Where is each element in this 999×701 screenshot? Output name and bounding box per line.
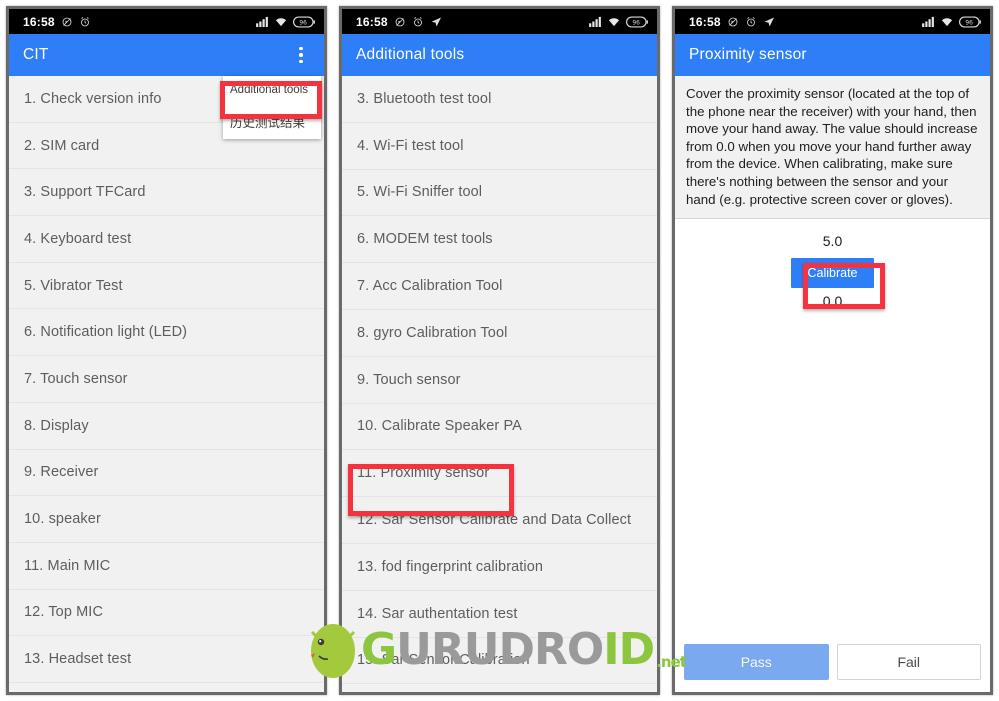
list-item[interactable]: 6. MODEM test tools [342,216,657,264]
alarm-icon [79,16,91,28]
phone-screen-cit: 16:58 96 CIT 1. Check version info 2. SI… [0,0,333,701]
menu-item-history-results[interactable]: 历史测试结果 [223,104,321,139]
fail-button[interactable]: Fail [836,644,981,680]
battery-icon: 96 [959,16,981,28]
wifi-icon [940,16,954,27]
list-item[interactable]: 6. Notification light (LED) [9,309,324,357]
status-time: 16:58 [23,14,55,29]
list-item[interactable]: 12. Top MIC [9,589,324,637]
list-item[interactable]: 9. Receiver [9,449,324,497]
status-bar: 16:58 96 [675,9,990,34]
page-title: Proximity sensor [689,46,807,63]
svg-text:96: 96 [632,20,640,26]
mute-icon [61,16,73,28]
list-item[interactable]: 7. Touch sensor [9,356,324,403]
status-time: 16:58 [356,14,388,29]
sensor-value-top: 5.0 [822,233,843,250]
battery-icon: 96 [293,16,315,28]
alarm-icon [745,16,757,28]
signal-icon [256,16,269,27]
list-item[interactable]: 7. Acc Calibration Tool [342,263,657,310]
wifi-icon [607,16,621,27]
svg-text:96: 96 [299,20,307,26]
page-title: CIT [23,46,49,63]
status-bar-right: 96 [589,16,648,28]
location-arrow-icon [430,16,442,28]
status-bar-left: 16:58 [23,15,91,29]
screenshot-root: 16:58 96 CIT 1. Check version info 2. SI… [0,0,999,701]
list-item[interactable]: 10. Calibrate Speaker PA [342,403,657,451]
list-item[interactable]: 8. gyro Calibration Tool [342,309,657,357]
sensor-value-bottom: 0.0 [822,293,843,310]
list-item[interactable]: 13. fod fingerprint calibration [342,543,657,591]
list-item[interactable]: 3. Support TFCard [9,169,324,217]
cit-test-list[interactable]: 1. Check version info 2. SIM card 3. Sup… [9,76,324,692]
signal-icon [922,16,935,27]
list-item[interactable]: 12. Sar Sensor Calibrate and Data Collec… [342,497,657,544]
instruction-text: Cover the proximity sensor (located at t… [675,76,990,220]
list-item[interactable]: 11. Main MIC [9,542,324,590]
list-item[interactable]: 4. Wi-Fi test tool [342,122,657,170]
location-arrow-icon [763,16,775,28]
list-item[interactable]: 4. Keyboard test [9,216,324,263]
signal-icon [589,16,602,27]
list-item[interactable]: 5. Wi-Fi Sniffer tool [342,169,657,217]
phone-screen-additional-tools: 16:58 96 Additional tools 3. Bluetooth t… [333,0,666,701]
battery-icon: 96 [626,16,648,28]
list-item[interactable]: 15. Sar Sensor Calibration [342,637,657,685]
list-item[interactable]: 14. Sar authentation test [342,590,657,638]
phone-frame: 16:58 [672,6,993,695]
calibrate-button[interactable]: Calibrate [791,258,874,289]
app-bar-proximity-sensor: Proximity sensor [675,34,990,76]
status-time: 16:58 [689,14,721,29]
list-item[interactable]: 3. Bluetooth test tool [342,76,657,123]
phone-frame: 16:58 [6,6,327,695]
list-item[interactable]: 13. Headset test [9,636,324,683]
svg-text:96: 96 [965,20,973,26]
pass-fail-bar: Pass Fail [675,634,990,692]
status-bar: 16:58 96 [342,9,657,34]
pass-button[interactable]: Pass [684,644,829,680]
status-bar-left: 16:58 [689,15,775,29]
mute-icon [727,16,739,28]
alarm-icon [412,16,424,28]
list-item[interactable]: 9. Touch sensor [342,356,657,404]
status-bar-right: 96 [256,16,315,28]
phone-screen-proximity-sensor: 16:58 96 Proximity sensor Cover the prox… [666,0,999,701]
sensor-readout-area: 5.0 Calibrate 0.0 [675,219,990,634]
list-item-proximity-sensor[interactable]: 11. Proximity sensor [342,450,657,498]
status-bar: 16:58 96 [9,9,324,34]
overflow-menu-icon[interactable] [290,41,312,69]
overflow-popup-menu[interactable]: Additional tools 历史测试结果 [223,76,321,139]
list-item[interactable]: 5. Vibrator Test [9,262,324,310]
status-bar-right: 96 [922,16,981,28]
mute-icon [394,16,406,28]
additional-tools-list[interactable]: 3. Bluetooth test tool 4. Wi-Fi test too… [342,76,657,692]
app-bar-additional-tools: Additional tools [342,34,657,76]
menu-item-additional-tools[interactable]: Additional tools [223,76,321,104]
phone-frame: 16:58 [339,6,660,695]
wifi-icon [274,16,288,27]
list-item[interactable]: 8. Display [9,402,324,450]
list-item[interactable]: 10. speaker [9,496,324,543]
page-title: Additional tools [356,46,465,63]
app-bar-cit: CIT [9,34,324,76]
status-bar-left: 16:58 [356,15,442,29]
